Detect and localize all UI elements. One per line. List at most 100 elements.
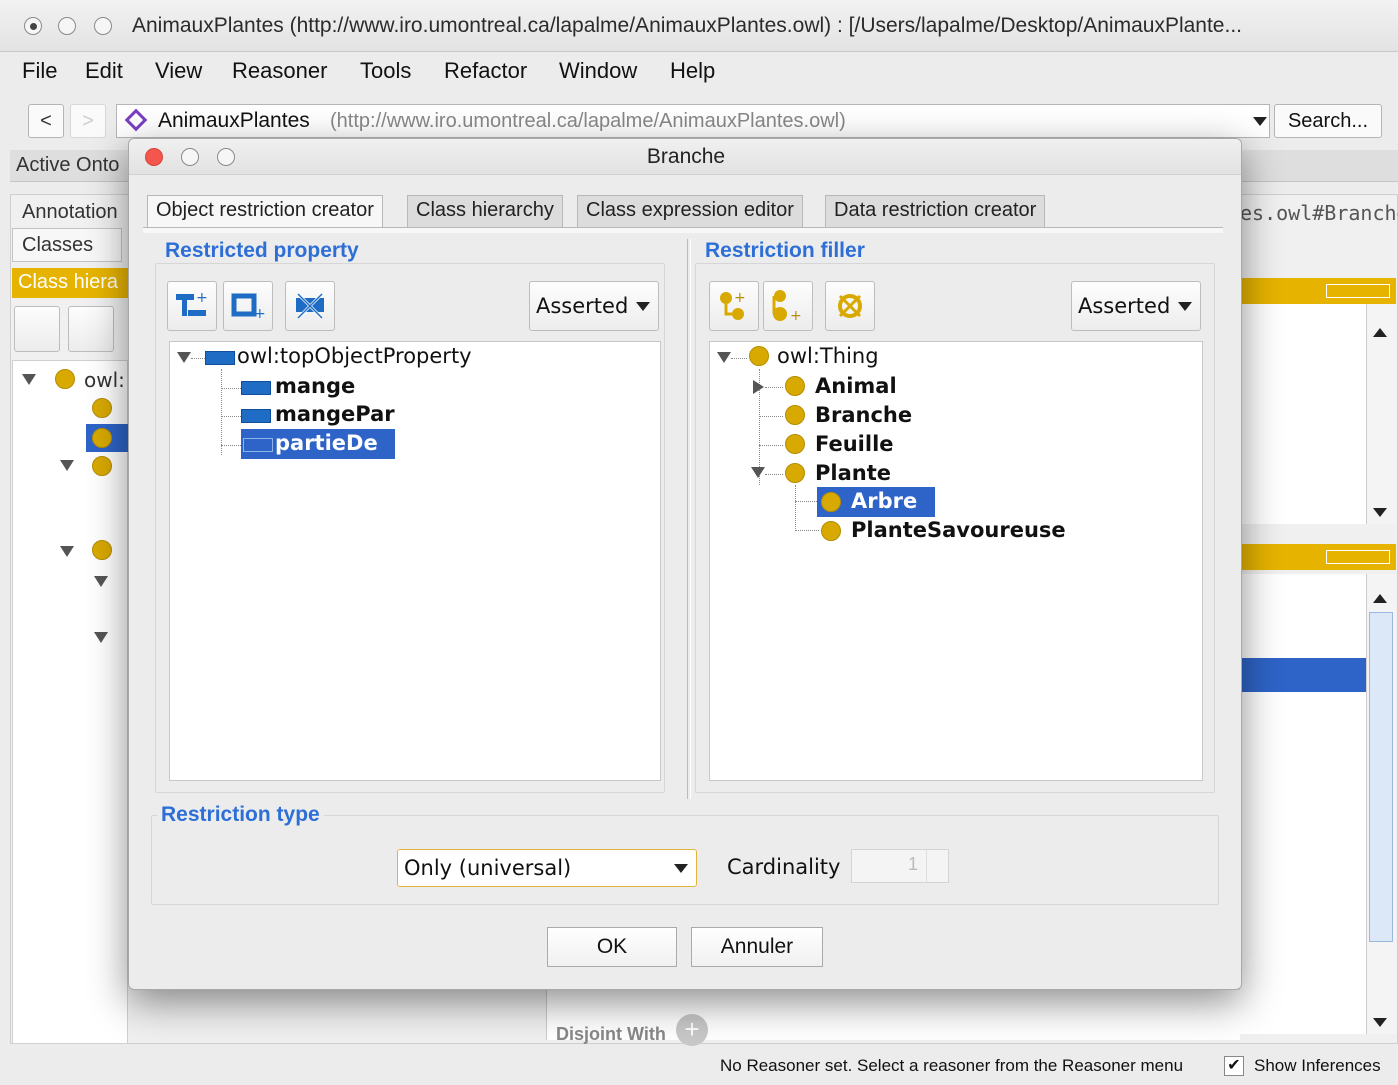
status-bar: No Reasoner set. Select a reasoner from …: [0, 1048, 1398, 1085]
tree-connector: [765, 474, 783, 475]
tree-connector: [765, 387, 783, 388]
tree-connector: [795, 485, 796, 531]
expand-arrow-icon[interactable]: [60, 460, 74, 471]
cardinality-value: 1: [907, 854, 918, 874]
scroll-up-icon[interactable]: [1373, 328, 1387, 337]
tree-root-label[interactable]: owl:: [84, 368, 125, 392]
chevron-down-icon: [1253, 117, 1267, 126]
expand-arrow-icon[interactable]: [177, 352, 191, 363]
class-plante[interactable]: Plante: [815, 461, 891, 485]
panel-window-controls-icon[interactable]: [1326, 284, 1390, 298]
property-mange[interactable]: mange: [275, 374, 355, 398]
expand-arrow-icon[interactable]: [60, 546, 74, 557]
add-sub-property-button[interactable]: +: [167, 281, 217, 331]
tree-connector: [221, 416, 241, 417]
panel-window-controls-icon[interactable]: [1326, 550, 1390, 564]
tab-data-restriction-creator[interactable]: Data restriction creator: [825, 195, 1046, 227]
expand-arrow-icon[interactable]: [753, 380, 764, 394]
class-hierarchy-mode-select[interactable]: Asserted: [1071, 281, 1201, 331]
class-feuille[interactable]: Feuille: [815, 432, 894, 456]
scroll-down-icon[interactable]: [1373, 508, 1387, 517]
add-subclass-icon[interactable]: [14, 306, 60, 352]
search-button[interactable]: Search...: [1274, 104, 1382, 138]
spinner-arrows-icon[interactable]: [926, 850, 948, 882]
object-property-icon: [241, 381, 271, 395]
menu-reasoner[interactable]: Reasoner: [232, 58, 327, 84]
tree-connector: [731, 358, 747, 359]
menu-help[interactable]: Help: [670, 58, 715, 84]
class-animal[interactable]: Animal: [815, 374, 897, 398]
property-mangePar[interactable]: mangePar: [275, 402, 395, 426]
restriction-type-value: Only (universal): [404, 856, 572, 880]
add-sibling-property-icon: +: [231, 293, 266, 322]
dialog-titlebar: Branche: [129, 139, 1241, 175]
panel-splitter[interactable]: [687, 239, 691, 799]
menu-view[interactable]: View: [155, 58, 202, 84]
annotations-scrollbar[interactable]: [1366, 304, 1396, 524]
menu-tools[interactable]: Tools: [360, 58, 411, 84]
tab-annotations[interactable]: Annotation: [22, 201, 118, 224]
class-arbre[interactable]: Arbre: [851, 489, 917, 513]
object-property-icon: [243, 438, 273, 452]
cancel-button[interactable]: Annuler: [691, 927, 823, 967]
add-sibling-class-button[interactable]: +: [763, 281, 813, 331]
restriction-type-select[interactable]: Only (universal): [397, 849, 697, 887]
delete-class-icon: [838, 294, 862, 318]
menu-window[interactable]: Window: [559, 58, 637, 84]
tab-class-expression-editor[interactable]: Class expression editor: [577, 195, 803, 227]
restriction-dialog: Branche Object restriction creator Class…: [128, 138, 1242, 990]
tab-classes[interactable]: Classes: [22, 234, 93, 257]
status-message: No Reasoner set. Select a reasoner from …: [720, 1056, 1184, 1075]
class-plantesavoureuse[interactable]: PlanteSavoureuse: [851, 518, 1066, 542]
show-inferences-checkbox[interactable]: ✔: [1224, 1056, 1244, 1076]
property-hierarchy-mode-select[interactable]: Asserted: [529, 281, 659, 331]
tree-connector: [795, 530, 819, 531]
svg-text:+: +: [196, 290, 208, 306]
chevron-down-icon: [674, 864, 688, 873]
expand-arrow-icon[interactable]: [717, 352, 731, 363]
show-inferences-label: Show Inferences: [1254, 1056, 1381, 1075]
menu-edit[interactable]: Edit: [85, 58, 123, 84]
expand-arrow-icon[interactable]: [751, 467, 765, 478]
scroll-up-icon[interactable]: [1373, 594, 1387, 603]
scroll-down-icon[interactable]: [1373, 1018, 1387, 1027]
description-panel: [1240, 574, 1366, 1034]
expand-arrow-icon[interactable]: [94, 576, 108, 587]
add-sibling-class-icon[interactable]: [68, 306, 114, 352]
property-tree[interactable]: [169, 341, 661, 781]
class-tree[interactable]: [709, 341, 1203, 781]
scrollbar-thumb[interactable]: [1369, 612, 1393, 942]
chevron-down-icon: [1178, 302, 1192, 311]
class-dot-icon: [785, 434, 805, 454]
add-sibling-property-button[interactable]: +: [223, 281, 273, 331]
expand-arrow-icon[interactable]: [94, 632, 108, 643]
tree-connector: [759, 445, 783, 446]
window-zoom-icon[interactable]: [94, 17, 112, 35]
object-property-icon: [205, 351, 235, 365]
tree-connector: [795, 501, 819, 502]
expand-arrow-icon[interactable]: [22, 374, 36, 385]
class-dot-icon: [92, 456, 112, 476]
window-minimize-icon[interactable]: [58, 17, 76, 35]
svg-text:+: +: [734, 290, 746, 306]
tab-object-restriction-creator[interactable]: Object restriction creator: [147, 195, 383, 227]
property-tree-root[interactable]: owl:topObjectProperty: [237, 344, 472, 368]
nav-forward-button[interactable]: >: [70, 104, 106, 138]
ok-button[interactable]: OK: [547, 927, 677, 967]
class-tree-root[interactable]: owl:Thing: [777, 344, 879, 368]
add-icon[interactable]: +: [676, 1014, 708, 1046]
menu-refactor[interactable]: Refactor: [444, 58, 527, 84]
menu-file[interactable]: File: [22, 58, 57, 84]
description-selected-row[interactable]: [1240, 658, 1366, 692]
add-subclass-button[interactable]: +: [709, 281, 759, 331]
delete-class-button[interactable]: [825, 281, 875, 331]
tab-class-hierarchy[interactable]: Class hierarchy: [407, 195, 563, 227]
property-partieDe[interactable]: partieDe: [275, 431, 378, 455]
class-dot-icon: [749, 346, 769, 366]
class-branche[interactable]: Branche: [815, 403, 912, 427]
tab-active-ontology[interactable]: Active Onto: [16, 154, 119, 177]
nav-back-button[interactable]: <: [28, 104, 64, 138]
cardinality-spinner[interactable]: 1: [851, 849, 949, 883]
delete-property-button[interactable]: [285, 281, 335, 331]
ontology-name: AnimauxPlantes: [158, 109, 310, 132]
